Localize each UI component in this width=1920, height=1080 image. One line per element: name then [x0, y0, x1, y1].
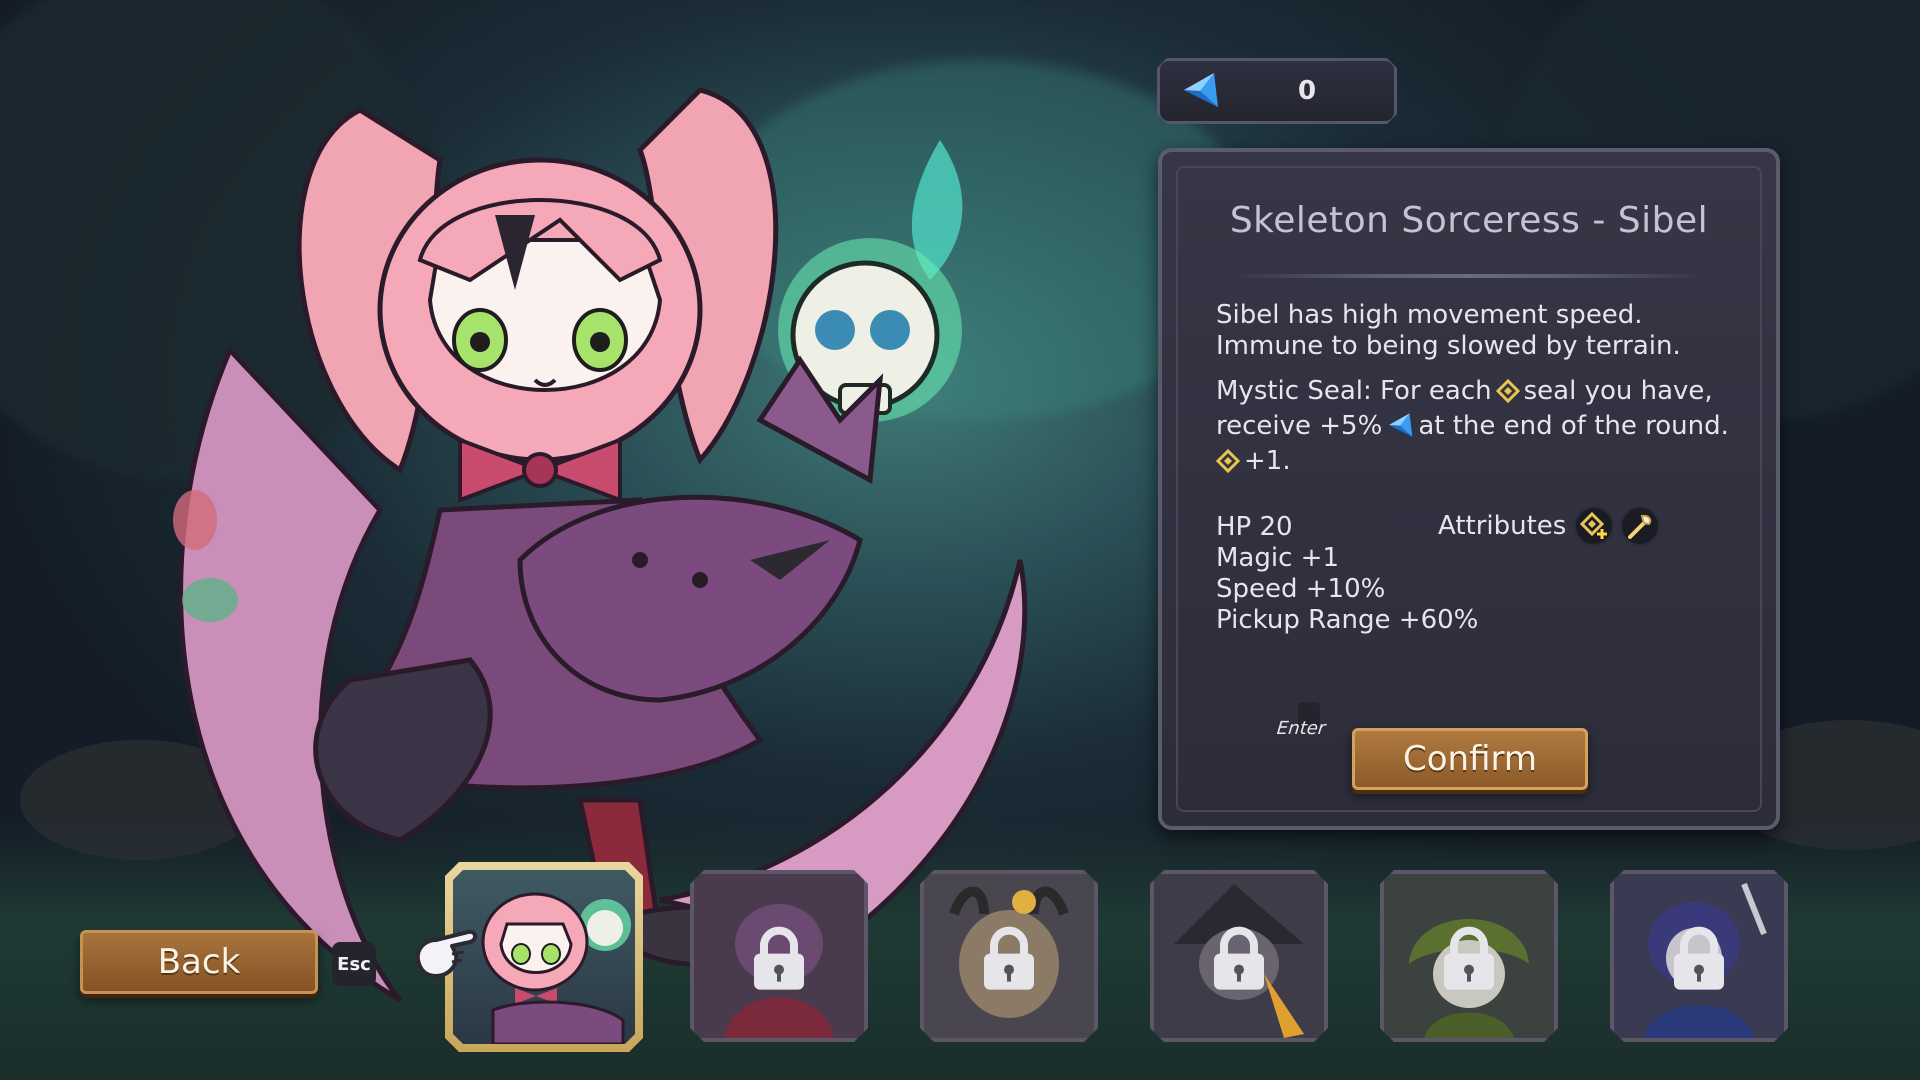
title-divider [1232, 274, 1706, 278]
character-name: Skeleton Sorceress - Sibel [1229, 200, 1709, 241]
seal-icon [1495, 378, 1520, 411]
seal-line-1: Mystic Seal: For each seal you have, [1216, 376, 1746, 411]
desc-line-1: Sibel has high movement speed. [1216, 300, 1643, 330]
lock-icon [980, 926, 1038, 992]
attributes-label: Attributes [1438, 511, 1567, 541]
gem-count: 0 [1297, 76, 1317, 106]
roster-slot-5[interactable] [1380, 870, 1558, 1042]
gem-currency-counter: 0 [1157, 58, 1397, 124]
stat-hp: HP 20 [1216, 512, 1293, 542]
seal-line-2: receive +5% at the end of the round. [1216, 411, 1746, 446]
lock-icon [1440, 926, 1498, 992]
stat-pickup-range: Pickup Range +60% [1216, 605, 1479, 635]
confirm-button[interactable]: Confirm [1352, 728, 1588, 790]
seal-text-e: +1. [1244, 446, 1291, 476]
desc-line-2: Immune to being slowed by terrain. [1216, 331, 1681, 361]
stat-magic: Magic +1 [1216, 543, 1339, 573]
staff-icon [1620, 506, 1660, 546]
roster-slot-4[interactable] [1150, 870, 1328, 1042]
back-button[interactable]: Back [80, 930, 318, 994]
roster-slot-6[interactable] [1610, 870, 1788, 1042]
character-description: Sibel has high movement speed. Immune to… [1216, 300, 1746, 362]
mystic-seal-description: Mystic Seal: For each seal you have, rece… [1215, 376, 1746, 481]
seal-plus-icon [1574, 506, 1614, 546]
seal-text-d: at the end of the round. [1418, 411, 1729, 441]
lock-icon [1210, 926, 1268, 992]
seal-text-c: receive +5% [1216, 411, 1383, 441]
lock-icon [1670, 926, 1728, 992]
seal-text-b: seal you have, [1523, 376, 1713, 406]
roster-slot-2[interactable] [690, 870, 868, 1042]
pointing-hand-icon [415, 929, 477, 978]
seal-icon [1215, 448, 1241, 481]
character-info-panel: Skeleton Sorceress - Sibel Sibel has hig… [1158, 148, 1780, 830]
panel-inner-frame [1176, 166, 1762, 812]
enter-key-hint: Enter [1275, 718, 1327, 739]
blue-gem-icon [1180, 71, 1220, 109]
seal-text-a: Mystic Seal: For each [1216, 376, 1492, 406]
lock-icon [750, 926, 808, 992]
blue-gem-icon [1386, 412, 1414, 446]
esc-key-hint: Esc [332, 942, 376, 986]
stat-speed: Speed +10% [1216, 574, 1386, 604]
seal-line-3: +1. [1215, 446, 1746, 481]
roster-slot-3[interactable] [920, 870, 1098, 1042]
